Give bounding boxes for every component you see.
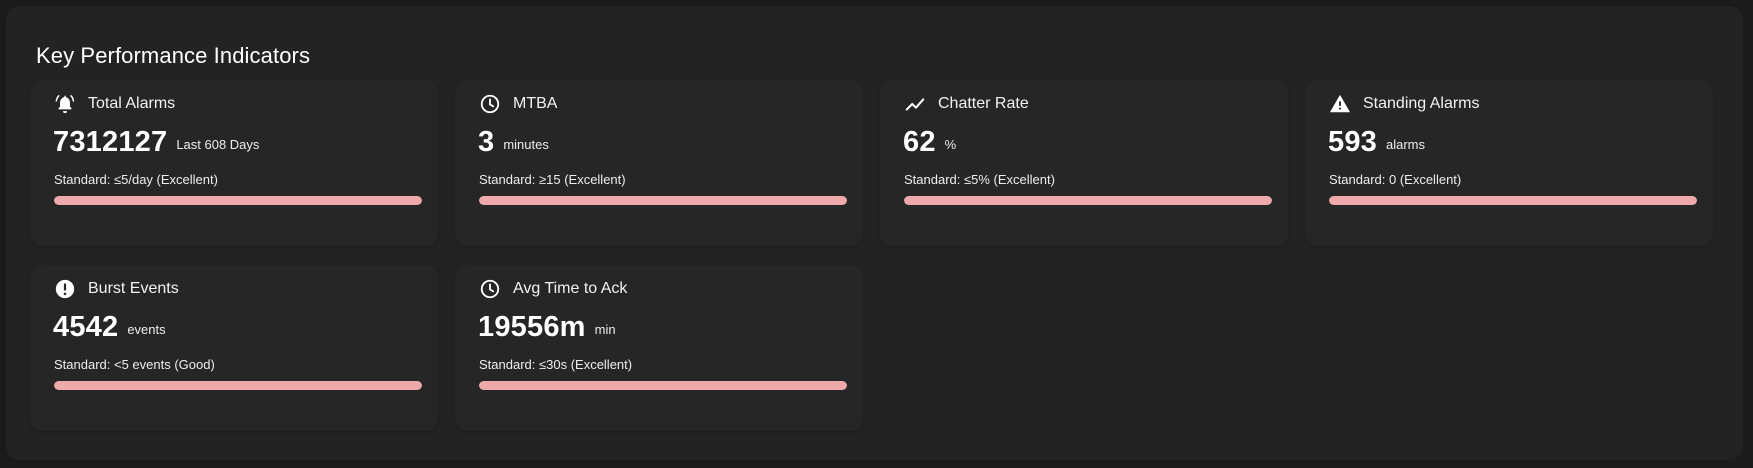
value-row: 7312127 Last 608 Days [53, 126, 259, 159]
progress-bar-fill [479, 196, 847, 205]
kpi-unit: minutes [503, 137, 549, 152]
kpi-standard: Standard: 0 (Excellent) [1329, 172, 1462, 187]
value-row: 4542 events [53, 311, 166, 344]
exclamation-circle-icon [54, 278, 76, 300]
kpi-standard: Standard: <5 events (Good) [54, 357, 215, 372]
value-row: 62 % [903, 126, 956, 159]
kpi-card-total-alarms: Total Alarms 7312127 Last 608 Days Stand… [30, 80, 438, 246]
progress-bar-fill [1329, 196, 1697, 205]
progress-bar [479, 196, 847, 205]
progress-bar-fill [54, 196, 422, 205]
card-title: Burst Events [88, 280, 179, 297]
progress-bar [1329, 196, 1697, 205]
progress-bar-fill [479, 381, 847, 390]
progress-bar-fill [904, 196, 1272, 205]
kpi-value: 3 [478, 126, 495, 158]
kpi-value: 4542 [53, 311, 119, 343]
kpi-panel: Key Performance Indicators Total Alarms … [6, 6, 1743, 460]
kpi-unit: % [944, 137, 957, 152]
card-header: Burst Events [54, 277, 179, 301]
warning-triangle-icon [1329, 93, 1351, 115]
kpi-unit: events [127, 322, 166, 337]
value-row: 593 alarms [1328, 126, 1425, 159]
kpi-standard: Standard: ≤30s (Excellent) [479, 357, 633, 372]
progress-bar-fill [54, 381, 422, 390]
kpi-standard: Standard: ≥15 (Excellent) [479, 172, 626, 187]
card-title: Avg Time to Ack [513, 280, 628, 297]
kpi-value: 62 [903, 126, 936, 158]
kpi-card-mtba: MTBA 3 minutes Standard: ≥15 (Excellent) [455, 80, 863, 246]
value-row: 19556m min [478, 311, 616, 344]
alarm-bell-icon [54, 93, 76, 115]
kpi-value: 19556m [478, 311, 586, 343]
value-row: 3 minutes [478, 126, 549, 159]
card-header: Standing Alarms [1329, 92, 1480, 116]
card-header: Avg Time to Ack [479, 277, 627, 301]
card-title: Chatter Rate [938, 95, 1029, 112]
panel-title: Key Performance Indicators [36, 43, 311, 68]
kpi-card-chatter-rate: Chatter Rate 62 % Standard: ≤5% (Excelle… [880, 80, 1288, 246]
kpi-standard: Standard: ≤5% (Excellent) [904, 172, 1055, 187]
card-title: Standing Alarms [1363, 95, 1480, 112]
kpi-unit: alarms [1386, 137, 1426, 152]
trend-line-icon [904, 93, 926, 115]
card-header: Total Alarms [54, 92, 175, 116]
progress-bar [479, 381, 847, 390]
clock-icon [479, 278, 501, 300]
progress-bar [54, 381, 422, 390]
card-header: MTBA [479, 92, 557, 116]
card-title: Total Alarms [88, 95, 176, 112]
progress-bar [54, 196, 422, 205]
kpi-unit: min [594, 322, 616, 337]
kpi-value: 7312127 [53, 126, 168, 158]
card-title: MTBA [513, 95, 558, 112]
kpi-card-burst-events: Burst Events 4542 events Standard: <5 ev… [30, 265, 438, 431]
kpi-standard: Standard: ≤5/day (Excellent) [54, 172, 218, 187]
card-header: Chatter Rate [904, 92, 1029, 116]
progress-bar [904, 196, 1272, 205]
clock-icon [479, 93, 501, 115]
kpi-unit: Last 608 Days [176, 137, 260, 152]
kpi-card-standing-alarms: Standing Alarms 593 alarms Standard: 0 (… [1305, 80, 1713, 246]
kpi-card-avg-time-to-ack: Avg Time to Ack 19556m min Standard: ≤30… [455, 265, 863, 431]
kpi-value: 593 [1328, 126, 1377, 158]
